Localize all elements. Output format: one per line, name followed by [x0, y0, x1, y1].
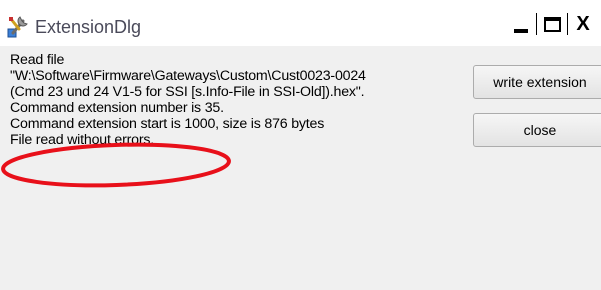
log-line: Command extension start is 1000, size is… — [10, 116, 325, 132]
extension-dialog-window: ExtensionDlg X Read file "W:\Software\Fi… — [0, 0, 601, 290]
wrench-tool-icon — [7, 15, 29, 39]
log-line: Read file — [10, 52, 65, 68]
log-line: Command extension number is 35. — [10, 100, 224, 116]
log-line: (Cmd 23 und 24 V1-5 for SSI [s.Info-File… — [10, 84, 365, 100]
close-window-button[interactable]: X — [568, 11, 598, 37]
close-button[interactable]: close — [473, 113, 601, 147]
caption-buttons: X — [506, 10, 601, 38]
window-title: ExtensionDlg — [35, 17, 142, 37]
dialog-client-area: Read file "W:\Software\Firmware\Gateways… — [0, 46, 601, 290]
log-line: "W:\Software\Firmware\Gateways\Custom\Cu… — [10, 68, 366, 84]
maximize-icon — [543, 16, 561, 32]
minimize-button[interactable] — [506, 11, 536, 37]
status-log: Read file "W:\Software\Firmware\Gateways… — [10, 52, 470, 148]
close-icon: X — [576, 12, 590, 35]
minimize-icon — [514, 29, 528, 33]
log-line-success: File read without errors. — [10, 132, 155, 148]
title-bar[interactable]: ExtensionDlg X — [0, 0, 601, 45]
maximize-button[interactable] — [537, 11, 567, 37]
write-extension-button[interactable]: write extension — [473, 65, 601, 99]
